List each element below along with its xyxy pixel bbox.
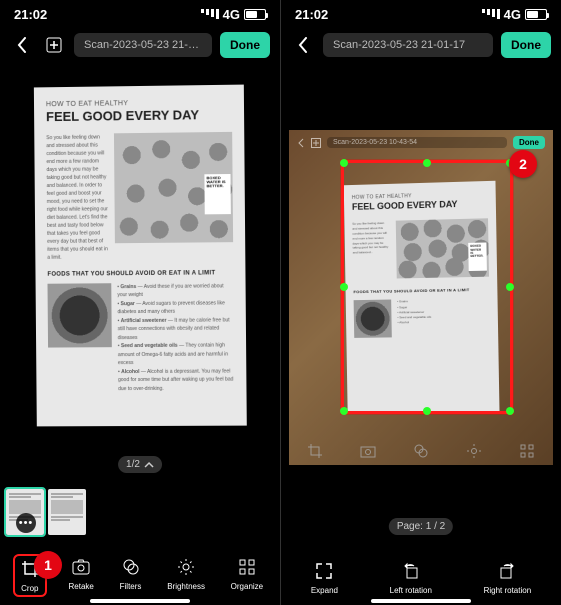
crop-handle-bl[interactable]: [340, 407, 348, 415]
annotation-badge-2: 2: [509, 150, 537, 178]
boxed-water-label: BOXED WATER IS BETTER.: [204, 174, 230, 214]
thumbnail-2[interactable]: [48, 489, 86, 535]
done-button[interactable]: Done: [220, 32, 270, 58]
crop-icon: [307, 443, 323, 459]
page-indicator-label: 1/2: [126, 459, 140, 470]
back-button[interactable]: [10, 33, 34, 57]
status-bar: 21:02 4G: [281, 0, 561, 24]
status-time: 21:02: [295, 7, 328, 22]
status-time: 21:02: [14, 7, 47, 22]
crop-handle-r[interactable]: [506, 283, 514, 291]
doc-image-tea: [47, 283, 111, 347]
bottom-toolbar: Expand Left rotation Right rotation: [281, 560, 561, 595]
filters-icon: [413, 443, 429, 459]
left-rotation-label: Left rotation: [390, 586, 432, 595]
crop-label: Crop: [21, 584, 38, 593]
home-indicator[interactable]: [371, 599, 471, 603]
screen-crop: 21:02 4G Scan-2023-05-23 21-01-17 Done S…: [281, 0, 561, 605]
brightness-label: Brightness: [167, 582, 205, 591]
brightness-button[interactable]: Brightness: [167, 556, 205, 595]
add-page-button[interactable]: [42, 33, 66, 57]
retake-label: Retake: [69, 582, 94, 591]
crop-canvas[interactable]: Scan-2023-05-23 10-43-54 Done HOW TO EAT…: [289, 130, 553, 465]
filters-icon: [120, 556, 142, 578]
network-label: 4G: [504, 7, 521, 22]
right-rotation-label: Right rotation: [484, 586, 532, 595]
expand-button[interactable]: Expand: [311, 560, 338, 595]
annotation-badge-1: 1: [34, 551, 62, 579]
home-indicator[interactable]: [90, 599, 190, 603]
brightness-icon: [175, 556, 197, 578]
page-indicator[interactable]: 1/2: [118, 456, 162, 473]
expand-icon: [313, 560, 335, 582]
inner-title: Scan-2023-05-23 10-43-54: [327, 137, 507, 148]
document-title[interactable]: Scan-2023-05-23 21-01-17: [323, 33, 493, 57]
crop-handle-b[interactable]: [423, 407, 431, 415]
status-bar: 21:02 4G: [0, 0, 280, 24]
chevron-left-icon: [17, 37, 27, 53]
organize-icon: [519, 443, 535, 459]
network-label: 4G: [223, 7, 240, 22]
scanned-page: HOW TO EAT HEALTHY FEEL GOOD EVERY DAY S…: [34, 85, 247, 427]
crop-handle-l[interactable]: [340, 283, 348, 291]
thumbnail-strip: •••: [6, 489, 86, 535]
thumbnail-1[interactable]: •••: [6, 489, 44, 535]
inner-done: Done: [513, 136, 545, 149]
crop-rectangle[interactable]: [341, 160, 513, 414]
rotate-left-icon: [400, 560, 422, 582]
left-rotation-button[interactable]: Left rotation: [390, 560, 432, 595]
add-page-icon: [311, 138, 321, 148]
right-rotation-button[interactable]: Right rotation: [484, 560, 532, 595]
chevron-up-icon: [144, 460, 154, 470]
camera-icon: [360, 443, 376, 459]
thumbnail-actions-button[interactable]: •••: [16, 513, 36, 533]
doc-title: FEEL GOOD EVERY DAY: [46, 108, 232, 124]
page-indicator: Page: 1 / 2: [389, 518, 453, 535]
add-page-icon: [46, 37, 62, 53]
doc-bullets: • Grains — Avoid these if you are worrie…: [117, 282, 234, 393]
battery-icon: [525, 9, 547, 20]
camera-icon: [70, 556, 92, 578]
page-indicator-label: Page: 1 / 2: [397, 521, 445, 532]
header: Scan-2023-05-23 21-01-17 Done: [0, 24, 280, 66]
header: Scan-2023-05-23 21-01-17 Done: [281, 24, 561, 66]
filters-button[interactable]: Filters: [120, 556, 142, 595]
screen-editor: 21:02 4G Scan-2023-05-23 21-01-17 Done H…: [0, 0, 280, 605]
inner-toolbar: [289, 443, 553, 459]
scan-preview[interactable]: HOW TO EAT HEALTHY FEEL GOOD EVERY DAY S…: [35, 86, 245, 426]
organize-icon: [236, 556, 258, 578]
expand-label: Expand: [311, 586, 338, 595]
rotate-right-icon: [496, 560, 518, 582]
crop-handle-tl[interactable]: [340, 159, 348, 167]
retake-button[interactable]: Retake: [69, 556, 94, 595]
brightness-icon: [466, 443, 482, 459]
crop-handle-br[interactable]: [506, 407, 514, 415]
signal-icon: [201, 9, 219, 19]
doc-subheading: FOODS THAT YOU SHOULD AVOID OR EAT IN A …: [47, 270, 233, 278]
organize-label: Organize: [231, 582, 263, 591]
battery-icon: [244, 9, 266, 20]
crop-handle-t[interactable]: [423, 159, 431, 167]
doc-paragraph: So you like feeling down and stressed ab…: [46, 133, 109, 261]
chevron-left-icon: [298, 37, 308, 53]
doc-image-limes: BOXED WATER IS BETTER.: [114, 132, 233, 243]
organize-button[interactable]: Organize: [231, 556, 263, 595]
doc-eyebrow: HOW TO EAT HEALTHY: [46, 99, 232, 108]
signal-icon: [482, 9, 500, 19]
back-button[interactable]: [291, 33, 315, 57]
inner-header: Scan-2023-05-23 10-43-54 Done: [297, 136, 545, 149]
filters-label: Filters: [120, 582, 142, 591]
done-button[interactable]: Done: [501, 32, 551, 58]
document-title[interactable]: Scan-2023-05-23 21-01-17: [74, 33, 212, 57]
chevron-left-icon: [297, 138, 305, 148]
